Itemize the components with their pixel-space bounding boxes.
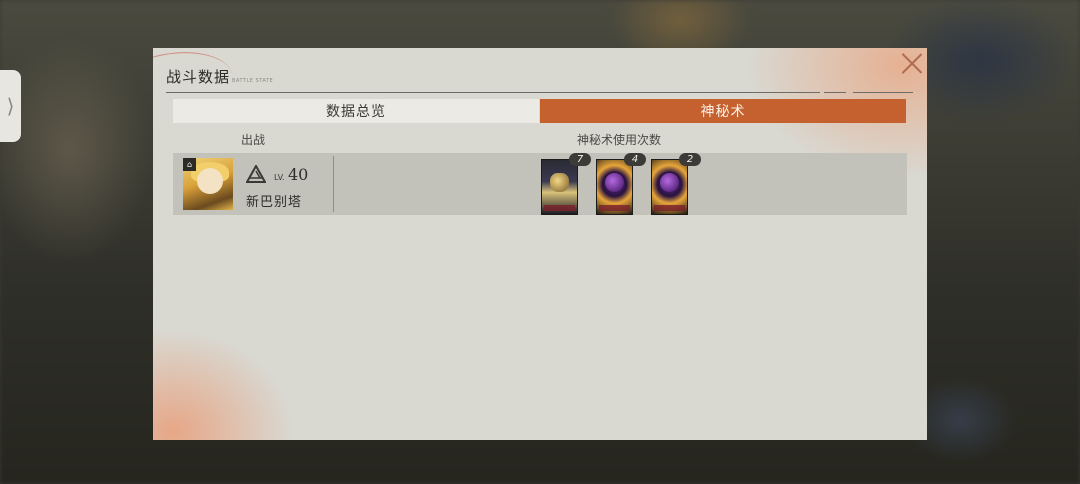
- panel-subtitle: BATTLE STATE: [232, 78, 274, 84]
- header-divider: [166, 92, 820, 93]
- mystic-card-2[interactable]: [596, 159, 633, 215]
- close-icon[interactable]: [901, 52, 923, 74]
- battle-stats-panel: 战斗数据 BATTLE STATE 数据总览 神秘术 出战 神秘术使用次数 ⌂ …: [153, 48, 927, 440]
- side-expand-handle[interactable]: ⟩: [0, 70, 21, 142]
- column-header-deployed: 出战: [241, 133, 266, 147]
- tab-data-overview[interactable]: 数据总览: [173, 99, 539, 123]
- mystic-card-3-count: 2: [679, 153, 701, 166]
- row-divider: [333, 156, 334, 212]
- tab-mystic-arts[interactable]: 神秘术: [540, 99, 906, 123]
- character-name: 新巴别塔: [246, 195, 303, 210]
- mystic-card-3[interactable]: [651, 159, 688, 215]
- house-badge-icon: ⌂: [183, 158, 196, 171]
- panel-title: 战斗数据: [166, 68, 231, 86]
- triangle-rank-icon: [246, 165, 266, 183]
- chevron-right-icon: ⟩: [6, 94, 15, 118]
- mystic-card-2-count: 4: [624, 153, 646, 166]
- level-prefix: LV.: [274, 173, 285, 182]
- mystic-card-orb-icon: [660, 173, 679, 192]
- character-level: 40: [288, 165, 309, 184]
- column-header-mystic-uses: 神秘术使用次数: [577, 133, 662, 147]
- character-row: ⌂ LV. 40 新巴别塔 7 4 2: [173, 153, 907, 215]
- mystic-card-portrait-icon: [550, 173, 569, 192]
- mystic-card-orb-icon: [605, 173, 624, 192]
- mystic-card-1-count: 7: [569, 153, 591, 166]
- mystic-card-1[interactable]: [541, 159, 578, 215]
- character-portrait[interactable]: ⌂: [183, 158, 233, 210]
